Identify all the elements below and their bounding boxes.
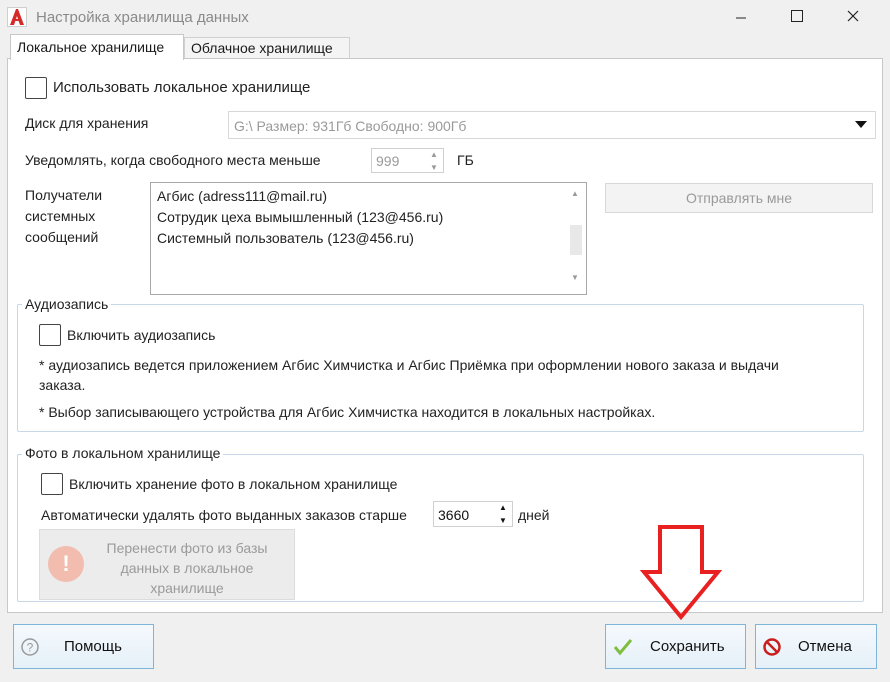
chevron-up-icon[interactable]: ▲ (499, 504, 507, 512)
recipients-scrollbar[interactable]: ▲ ▼ (568, 187, 582, 291)
disk-label: Диск для хранения (25, 115, 149, 131)
window-title: Настройка хранилища данных (36, 9, 249, 26)
save-button[interactable]: Сохранить (605, 624, 746, 669)
list-item[interactable]: Системный пользователь (123@456.ru) (157, 230, 414, 246)
list-item[interactable]: Агбис (adress111@mail.ru) (157, 188, 327, 204)
send-me-button[interactable]: Отправлять мне (605, 183, 873, 213)
cancel-label: Отмена (798, 638, 852, 655)
enable-audio-checkbox[interactable] (39, 324, 61, 346)
check-icon (613, 638, 633, 655)
use-local-storage-checkbox[interactable] (25, 77, 47, 99)
recipients-label: Получатели системных сообщений (25, 187, 103, 245)
chevron-up-icon[interactable]: ▲ (571, 189, 579, 198)
tab-local-storage-label: Локальное хранилище (17, 39, 165, 55)
audio-group-title: Аудиозапись (22, 296, 112, 312)
notify-threshold-value: 999 (376, 153, 400, 169)
help-label: Помощь (64, 638, 122, 655)
svg-text:?: ? (27, 640, 34, 654)
enable-photo-storage-label: Включить хранение фото в локальном храни… (69, 476, 398, 492)
chevron-up-icon[interactable]: ▲ (430, 151, 438, 159)
notify-label: Уведомлять, когда свободного места меньш… (25, 152, 321, 168)
chevron-down-icon[interactable]: ▼ (430, 164, 438, 172)
scrollbar-thumb[interactable] (570, 225, 582, 255)
autodelete-days-value: 3660 (438, 507, 470, 523)
recipients-list[interactable]: Агбис (adress111@mail.ru) Сотрудик цеха … (150, 182, 587, 295)
help-icon: ? (21, 637, 39, 656)
chevron-down-icon (855, 121, 867, 128)
move-photos-button[interactable]: ! Перенести фото из базы данных в локаль… (39, 529, 295, 600)
maximize-icon[interactable] (774, 0, 820, 32)
audio-note-1: * аудиозапись ведется приложением Агбис … (39, 357, 779, 393)
annotation-arrow-icon (640, 525, 722, 621)
title-bar: Настройка хранилища данных (0, 0, 890, 34)
autodelete-label: Автоматически удалять фото выданных зака… (41, 507, 407, 523)
agbis-logo-icon (7, 7, 27, 27)
disk-select[interactable]: G:\ Размер: 931Гб Свободно: 900Гб (228, 111, 876, 139)
notify-threshold-stepper[interactable]: 999 ▲ ▼ (371, 148, 444, 173)
chevron-down-icon[interactable]: ▼ (571, 273, 579, 282)
audio-note-2: * Выбор записывающего устройства для Агб… (39, 404, 656, 420)
autodelete-unit: дней (518, 507, 550, 523)
enable-photo-storage-checkbox[interactable] (41, 473, 63, 495)
autodelete-days-stepper[interactable]: 3660 ▲ ▼ (433, 501, 513, 527)
list-item[interactable]: Сотрудик цеха вымышленный (123@456.ru) (157, 209, 443, 225)
cancel-icon (763, 637, 781, 656)
move-photos-label: Перенести фото из базы данных в локально… (106, 540, 268, 596)
tab-cloud-storage[interactable]: Облачное хранилище (184, 37, 350, 58)
help-button[interactable]: ? Помощь (13, 624, 154, 669)
warning-icon: ! (48, 546, 84, 582)
disk-select-value: G:\ Размер: 931Гб Свободно: 900Гб (234, 118, 467, 134)
cancel-button[interactable]: Отмена (755, 624, 877, 669)
enable-audio-label: Включить аудиозапись (67, 327, 216, 343)
tab-cloud-storage-label: Облачное хранилище (191, 40, 333, 56)
send-me-label: Отправлять мне (685, 190, 793, 206)
minimize-icon[interactable] (718, 0, 764, 32)
use-local-storage-label: Использовать локальное хранилище (53, 79, 311, 96)
photo-group-title: Фото в локальном хранилище (22, 445, 224, 461)
save-label: Сохранить (650, 638, 725, 655)
notify-unit: ГБ (457, 152, 474, 168)
tab-local-storage[interactable]: Локальное хранилище (10, 34, 184, 60)
chevron-down-icon[interactable]: ▼ (499, 517, 507, 525)
close-icon[interactable] (830, 0, 876, 32)
